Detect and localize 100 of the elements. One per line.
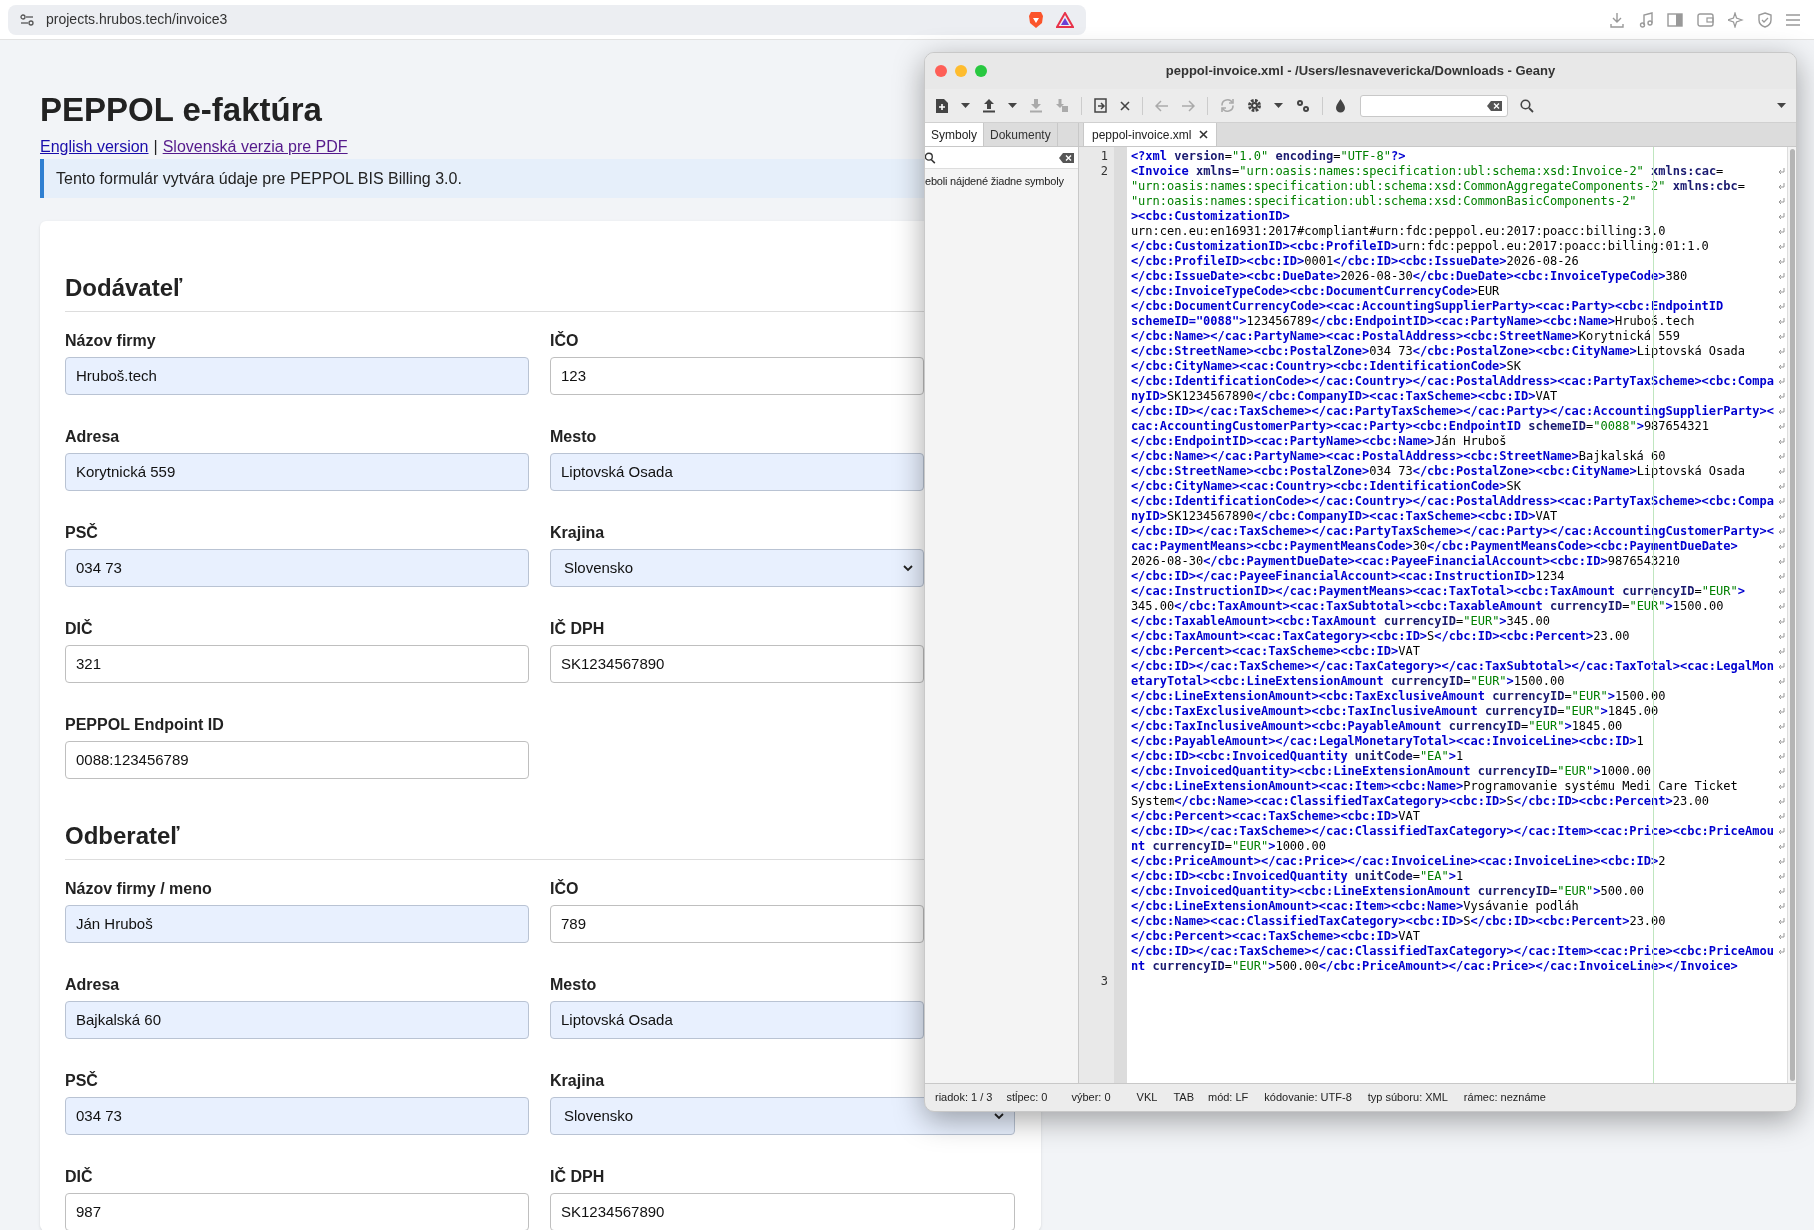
input-field[interactable]: Korytnická 559 [65, 453, 529, 491]
code-line: <?xml version="1.0" encoding="UTF-8"?> [1130, 149, 1406, 164]
field-label: PSČ [65, 1071, 98, 1091]
code-line: nt currencyID="EUR">1000.00 [1130, 839, 1326, 854]
document-tab[interactable]: peppol-invoice.xml [1083, 123, 1218, 146]
wrap-icon [1776, 872, 1786, 881]
field-label: IČ DPH [550, 1167, 605, 1187]
wrap-icon [1776, 632, 1786, 641]
shield-icon[interactable] [1758, 11, 1772, 28]
upload-icon[interactable] [982, 98, 996, 113]
scrollbar[interactable] [1787, 147, 1796, 1083]
wrap-icon [1776, 842, 1786, 851]
input-field[interactable]: 034 73 [65, 1097, 529, 1135]
gear-icon[interactable] [1247, 98, 1262, 113]
code-line: </cbc:CityName><cac:Country><cbc:IdentificationCode>SK [1130, 479, 1521, 494]
input-field[interactable]: Hruboš.tech [65, 357, 529, 395]
download-icon[interactable] [1609, 11, 1625, 28]
gears-icon[interactable] [1295, 98, 1310, 113]
code-line: </cbc:Percent><cac:TaxScheme><cbc:ID>VAT [1130, 929, 1420, 944]
code-line: </cbc:CityName><cac:Country><cbc:IdentificationCode>SK [1130, 359, 1521, 374]
language-link[interactable]: English version [40, 137, 149, 157]
code-line: </cbc:TaxableAmount><cbc:TaxAmount currencyID="EUR">345.00 [1130, 614, 1550, 629]
wrap-icon [1776, 512, 1786, 521]
code-line: </cbc:InvoicedQuantity><cbc:LineExtensionAmount currencyID="EUR">500.00 [1130, 884, 1644, 899]
wrap-icon [1776, 722, 1786, 731]
input-field[interactable]: 987 [65, 1193, 529, 1230]
code-line: </cac:InstructionID></cac:PaymentMeans><cac:TaxTotal><cbc:TaxAmount currencyID="EUR"> [1130, 584, 1745, 599]
input-field[interactable]: Liptovská Osada [550, 453, 924, 491]
wrap-icon [1776, 587, 1786, 596]
country-select[interactable]: Slovensko [550, 549, 924, 587]
input-field[interactable]: Ján Hruboš [65, 905, 529, 943]
input-field[interactable]: SK1234567890 [550, 645, 924, 683]
window-title: peppol-invoice.xml - /Users/lesnavevericka/Downloads - Geany [1165, 62, 1556, 81]
status-item: rámec: neznáme [1463, 1090, 1546, 1106]
input-field[interactable]: 034 73 [65, 549, 529, 587]
input-field[interactable]: Bajkalská 60 [65, 1001, 529, 1039]
code-line: </cbc:IssueDate><cbc:DueDate>2026-08-30</cbc:DueDate><cbc:InvoiceTypeCode>380 [1130, 269, 1688, 284]
address-bar[interactable]: projects.hrubos.tech/invoice3 [8, 4, 1086, 35]
empty-symbols-message: eboli nájdené žiadne symboly [925, 174, 1065, 189]
wrap-icon [1776, 257, 1786, 266]
field-label: PEPPOL Endpoint ID [65, 715, 224, 735]
wrap-icon [1776, 272, 1786, 281]
wrap-icon [1776, 692, 1786, 701]
code-line: </cbc:IdentificationCode></cac:Country></cac:PostalAddress><cac:PartyTaxScheme><cbc:Compa [1130, 374, 1774, 389]
code-line: </cbc:ID><cbc:InvoicedQuantity unitCode="EA">1 [1130, 869, 1464, 884]
wrap-icon [1776, 452, 1786, 461]
caret-icon[interactable] [1274, 102, 1283, 109]
input-field[interactable]: SK1234567890 [550, 1193, 1015, 1230]
caret-icon[interactable] [961, 102, 970, 109]
input-field[interactable]: 0088:123456789 [65, 741, 529, 779]
code-line: </cbc:PayableAmount></cac:LegalMonetaryTotal><cac:InvoiceLine><cbc:ID>1 [1130, 734, 1644, 749]
caret-icon[interactable] [1777, 102, 1786, 109]
sidebar-tab[interactable]: Symboly [925, 123, 984, 146]
search-icon[interactable] [1520, 98, 1534, 113]
input-field[interactable]: 789 [550, 905, 924, 943]
input-field[interactable]: 123 [550, 357, 924, 395]
code-line: </cbc:EndpointID><cac:PartyName><cbc:Name>Ján Hruboš [1130, 434, 1507, 449]
code-line: </cbc:StreetName><cbc:PostalZone>034 73</cbc:PostalZone><cbc:CityName>Liptovská Osada [1130, 464, 1745, 479]
code-line: </cbc:Percent><cac:TaxScheme><cbc:ID>VAT [1130, 809, 1420, 824]
wrap-icon [1776, 542, 1786, 551]
sparkle-icon[interactable] [1728, 11, 1744, 28]
wrap-icon [1776, 857, 1786, 866]
wrap-icon [1776, 902, 1786, 911]
wrap-icon [1776, 767, 1786, 776]
wrap-icon [1776, 572, 1786, 581]
field-label: Adresa [65, 427, 120, 447]
wallet-icon[interactable] [1697, 12, 1714, 27]
chevron-icon [903, 564, 913, 572]
input-field[interactable]: 321 [65, 645, 529, 683]
wrap-icon [1776, 812, 1786, 821]
caret-icon[interactable] [1008, 102, 1017, 109]
field-label: Názov firmy / meno [65, 879, 212, 899]
clear-icon[interactable] [1487, 100, 1502, 111]
music-note-icon[interactable] [1639, 11, 1653, 28]
input-field[interactable]: Liptovská Osada [550, 1001, 924, 1039]
new-file-icon[interactable] [935, 97, 949, 114]
droplet-icon[interactable] [1335, 98, 1346, 113]
code-line: urn:cen.eu:en16931:2017#compliant#urn:fdc:peppol.eu:2017:poacc:billing:3.0 [1130, 224, 1666, 239]
code-line: </cbc:ID></cac:TaxScheme></cac:TaxCategory></cac:TaxSubtotal></cac:TaxTotal><cac:LegalMon [1130, 659, 1774, 674]
close-icon[interactable] [1120, 100, 1130, 111]
lion-shield-icon[interactable] [1028, 10, 1044, 29]
tune-icon[interactable] [20, 13, 34, 26]
code-line: </cbc:ID></cac:TaxScheme></cac:ClassifiedTaxCategory></cac:Item><cac:Price><cbc:PriceAmou [1130, 824, 1774, 839]
search-field[interactable] [1360, 94, 1508, 117]
symbol-search-field[interactable] [925, 147, 1078, 169]
wrap-icon [1776, 347, 1786, 356]
close-icon[interactable] [1199, 130, 1209, 139]
code-line: </cbc:LineExtensionAmount><cac:Item><cbc:Name>Programovanie systému Medi Care Ticket [1130, 779, 1738, 794]
pdf-version-link[interactable]: Slovenská verzia pre PDF [162, 137, 348, 157]
sidebar-icon[interactable] [1667, 12, 1683, 27]
field-label: Mesto [550, 975, 597, 995]
reload-document-icon[interactable] [1094, 98, 1108, 113]
wrap-icon [1776, 797, 1786, 806]
triangle-icon[interactable] [1056, 11, 1074, 28]
wrap-icon [1776, 932, 1786, 941]
status-item: mód: LF [1207, 1090, 1249, 1106]
field-label: IČO [550, 879, 579, 899]
wrap-icon [1776, 407, 1786, 416]
status-item: výber: 0 [1071, 1090, 1111, 1106]
clear-icon[interactable] [1059, 152, 1074, 163]
